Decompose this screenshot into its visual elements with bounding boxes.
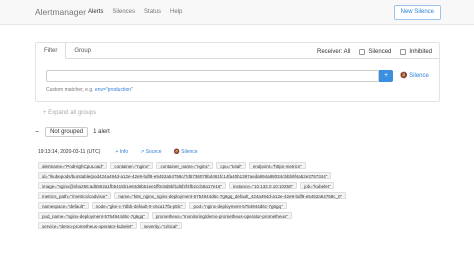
expand-all-groups[interactable]: + Expand all groups <box>43 110 96 116</box>
bell-slash-icon: 🔕 <box>173 149 180 155</box>
label-chip[interactable]: severity="critical" <box>139 222 182 229</box>
label-row: image="nginx@sha256:ad5552a1fb5415b1e84d… <box>38 182 438 189</box>
label-chip[interactable]: alertname="PodHighCpuLoad" <box>38 162 108 169</box>
label-chip[interactable]: metrics_path="/metrics/cadvisor" <box>38 192 112 199</box>
label-chip[interactable]: cpu="total" <box>216 162 246 169</box>
navbar: Alertmanager Alerts Silences Status Help… <box>0 0 474 25</box>
nav-item-silences[interactable]: Silences <box>112 9 135 15</box>
label-chip[interactable]: endpoint="https-metrics" <box>248 162 306 169</box>
chart-icon: ↗ <box>140 149 145 155</box>
hint-prefix: Custom matcher, e.g. <box>46 87 94 93</box>
collapse-icon[interactable]: − <box>35 129 39 136</box>
label-chip[interactable]: container="nginx" <box>110 162 154 169</box>
label-row: namespace="default" node="gke-c-7dbb-def… <box>38 202 438 209</box>
source-button[interactable]: ↗ Source <box>140 149 161 155</box>
filter-silence-link[interactable]: 🔕 Silence <box>400 72 429 79</box>
filter-panel: Filter Group Receiver: All Silenced Inhi… <box>35 42 440 102</box>
label-row: service="demo-prometheus-operator-kubele… <box>38 222 438 229</box>
nav-item-status[interactable]: Status <box>144 9 161 15</box>
nav-item-help[interactable]: Help <box>170 9 182 15</box>
nav-item-alerts[interactable]: Alerts <box>88 9 103 15</box>
alert-count: 1 alert <box>93 129 110 135</box>
alert-group-header: − Not grouped 1 alert <box>35 126 110 138</box>
filter-silence-label: Silence <box>409 73 429 79</box>
alert-silence-button[interactable]: 🔕 Silence <box>174 149 198 155</box>
silenced-checkbox[interactable] <box>359 49 366 55</box>
label-chip[interactable]: job="kubelet" <box>300 182 335 189</box>
alert-labels: alertname="PodHighCpuLoad" container="ng… <box>38 162 438 232</box>
alert-header: 19:13:14, 2020-03-11 (UTC) + Info ↗ Sour… <box>38 149 210 155</box>
label-chip[interactable]: id="/kubepods/burstable/pod424a494d-a12e… <box>38 172 332 179</box>
label-row: metrics_path="/metrics/cadvisor" name="k… <box>38 192 438 199</box>
inhibited-label: Inhibited <box>409 49 433 55</box>
receiver-controls: Receiver: All Silenced Inhibited <box>317 49 432 55</box>
group-tag: Not grouped <box>45 127 89 137</box>
new-silence-button[interactable]: New Silence <box>393 5 441 20</box>
label-chip[interactable]: instance="10.132.0.10:10250" <box>228 182 298 189</box>
filter-tabs: Filter Group <box>36 43 99 59</box>
bell-slash-icon: 🔕 <box>400 73 408 79</box>
alert-timestamp: 19:13:14, 2020-03-11 (UTC) <box>38 149 101 155</box>
alert-silence-label: Silence <box>181 149 198 155</box>
label-row: alertname="PodHighCpuLoad" container="ng… <box>38 162 438 169</box>
hint-example: env="production" <box>94 87 133 93</box>
label-chip[interactable]: pod="nginx-deployment-5754944d6c-7g6gq" <box>189 202 287 209</box>
brand-title[interactable]: Alertmanager <box>35 7 86 17</box>
silenced-label: Silenced <box>368 49 392 55</box>
source-label: Source <box>145 149 162 155</box>
label-chip[interactable]: image="nginx@sha256:ad5552a1fb5415b1e84d… <box>38 182 226 189</box>
label-chip[interactable]: container_name="nginx" <box>156 162 214 169</box>
nav-menu: Alerts Silences Status Help <box>88 9 182 15</box>
matcher-hint: Custom matcher, e.g. env="production" <box>46 87 133 93</box>
label-chip[interactable]: namespace="default" <box>38 202 89 209</box>
filter-input[interactable] <box>46 70 379 82</box>
label-row: id="/kubepods/burstable/pod424a494d-a12e… <box>38 172 438 179</box>
label-chip[interactable]: pod_name="nginx-deployment-5754944d6c-7g… <box>38 212 149 219</box>
add-filter-button[interactable]: + <box>379 70 393 82</box>
tab-filter[interactable]: Filter <box>36 43 67 59</box>
inhibited-checkbox[interactable] <box>400 49 407 55</box>
label-chip[interactable]: name="k8s_nginx_nginx-deployment-5754944… <box>114 192 347 199</box>
label-chip[interactable]: service="demo-prometheus-operator-kubele… <box>38 222 137 229</box>
label-chip[interactable]: node="gke-c-7dbb-default-0-c6ca17fa-p5lc… <box>91 202 187 209</box>
label-chip[interactable]: prometheus="monitoring/demo-prometheus-o… <box>151 212 292 219</box>
info-button[interactable]: + Info <box>115 149 128 155</box>
tab-group[interactable]: Group <box>66 43 99 59</box>
label-row: pod_name="nginx-deployment-5754944d6c-7g… <box>38 212 438 219</box>
receiver-select[interactable]: Receiver: All <box>317 49 350 55</box>
